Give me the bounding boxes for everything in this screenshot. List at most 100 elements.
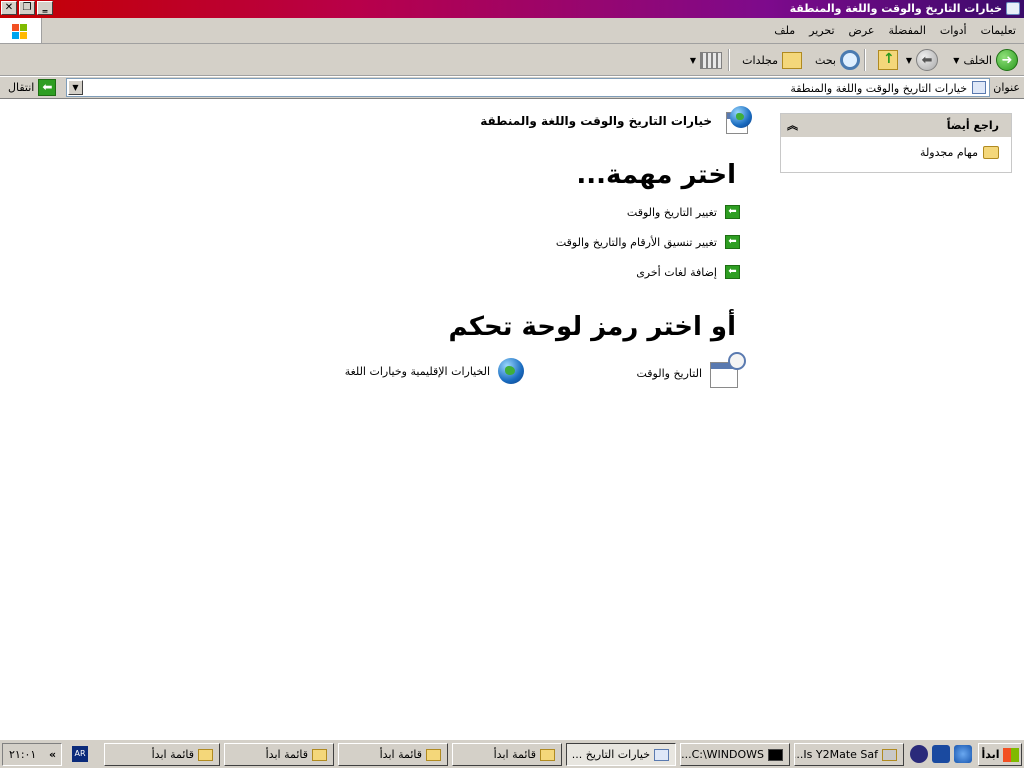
back-arrow-icon: ➜ bbox=[996, 49, 1018, 71]
menu-help[interactable]: تعليمات bbox=[981, 24, 1016, 37]
clock[interactable]: ٢١:٠١ bbox=[9, 748, 36, 761]
taskbar-button-label: Is Y2Mate Saf... bbox=[795, 748, 878, 761]
taskbar-button-label: C:\WINDOWS...) bbox=[681, 748, 764, 761]
folders-label: مجلدات bbox=[742, 53, 778, 67]
go-button[interactable]: ⬅ انتقال bbox=[8, 79, 57, 96]
tray-expand-icon[interactable]: « bbox=[49, 748, 56, 761]
menu-favorites[interactable]: المفضلة bbox=[888, 24, 925, 37]
search-icon bbox=[840, 50, 860, 70]
forward-dropdown-icon[interactable]: ▼ bbox=[906, 56, 912, 65]
regional-language-label: الخيارات الإقليمية وخيارات اللغة bbox=[344, 364, 490, 378]
folders-icon bbox=[782, 51, 802, 69]
address-bar: عنوان خيارات التاريخ والوقت واللغة والمن… bbox=[0, 77, 1024, 99]
windows-logo-icon bbox=[1002, 747, 1019, 762]
close-button[interactable]: ✕ bbox=[1, 1, 17, 15]
media-player-icon[interactable] bbox=[910, 745, 928, 763]
taskbar-button[interactable]: قائمة ابدأ bbox=[338, 743, 448, 766]
scheduled-tasks-label: مهام مجدولة bbox=[920, 146, 978, 159]
date-time-label: التاريخ والوقت bbox=[636, 366, 702, 380]
globe-icon bbox=[498, 358, 524, 384]
taskbar-button-label: قائمة ابدأ bbox=[379, 748, 422, 761]
search-label: بحث bbox=[815, 53, 836, 67]
address-value: خيارات التاريخ والوقت واللغة والمنطقة bbox=[790, 82, 967, 95]
address-input[interactable]: خيارات التاريخ والوقت واللغة والمنطقة ▼ bbox=[66, 78, 990, 97]
up-folder-button[interactable]: ↑ bbox=[878, 48, 898, 72]
start-label: ابدأ bbox=[981, 748, 1000, 761]
taskbar-button-label: قائمة ابدأ bbox=[493, 748, 536, 761]
address-dropdown-button[interactable]: ▼ bbox=[68, 80, 83, 95]
cmd-icon bbox=[768, 748, 783, 761]
category-title: خيارات التاريخ والوقت واللغة والمنطقة bbox=[480, 114, 712, 128]
task-arrow-icon: ⬅ bbox=[725, 265, 740, 279]
views-dropdown-icon[interactable]: ▼ bbox=[690, 56, 696, 65]
task-link[interactable]: ⬅ تغيير التاريخ والوقت bbox=[627, 205, 740, 219]
task-link[interactable]: ⬅ إضافة لغات أخرى bbox=[636, 265, 740, 279]
collapse-chevron-icon[interactable]: ︽ bbox=[787, 117, 798, 133]
restore-button[interactable]: ❐ bbox=[19, 1, 35, 15]
language-indicator[interactable]: AR bbox=[72, 746, 88, 762]
back-dropdown-icon[interactable]: ▼ bbox=[953, 56, 959, 65]
taskbar-button[interactable]: قائمة ابدأ bbox=[104, 743, 220, 766]
scheduled-tasks-link[interactable]: مهام مجدولة bbox=[920, 146, 999, 159]
show-desktop-icon[interactable] bbox=[932, 745, 950, 763]
control-panel-icon bbox=[972, 81, 986, 94]
forward-arrow-icon: ⬅ bbox=[916, 49, 938, 71]
taskbar-button-active[interactable]: خيارات التاريخ ... bbox=[566, 743, 676, 766]
task-label: تغيير التاريخ والوقت bbox=[626, 205, 717, 219]
menu-tools[interactable]: أدوات bbox=[940, 24, 967, 37]
folder-icon bbox=[198, 748, 213, 761]
task-arrow-icon: ⬅ bbox=[725, 235, 740, 249]
see-also-header[interactable]: راجع أيضاً ︽ bbox=[781, 114, 1011, 137]
date-time-applet[interactable]: التاريخ والوقت bbox=[636, 352, 746, 388]
taskbar: ابدأ Is Y2Mate Saf... C:\WINDOWS...) خيا… bbox=[0, 739, 1024, 768]
go-arrow-icon: ⬅ bbox=[38, 79, 57, 96]
folder-icon bbox=[312, 748, 327, 761]
pick-icon-heading: أو اختر رمز لوحة تحكم bbox=[448, 312, 736, 342]
minimize-button[interactable]: ‗ bbox=[37, 1, 53, 15]
control-panel-icon bbox=[654, 748, 669, 761]
title-bar: خيارات التاريخ والوقت واللغة والمنطقة ✕ … bbox=[0, 0, 1024, 18]
views-icon bbox=[700, 51, 722, 69]
taskbar-button-label: خيارات التاريخ ... bbox=[571, 748, 650, 761]
taskbar-button[interactable]: قائمة ابدأ bbox=[452, 743, 562, 766]
taskbar-button[interactable]: Is Y2Mate Saf... bbox=[794, 743, 904, 766]
search-button[interactable]: بحث bbox=[815, 48, 860, 72]
taskbar-button-label: قائمة ابدأ bbox=[265, 748, 308, 761]
window-title: خيارات التاريخ والوقت واللغة والمنطقة bbox=[789, 2, 1002, 15]
regional-language-applet[interactable]: الخيارات الإقليمية وخيارات اللغة bbox=[345, 358, 524, 384]
task-label: إضافة لغات أخرى bbox=[636, 265, 717, 279]
task-arrow-icon: ⬅ bbox=[725, 205, 740, 219]
task-label: تغيير تنسيق الأرقام والتاريخ والوقت bbox=[555, 235, 717, 249]
menu-file[interactable]: ملف bbox=[774, 24, 795, 37]
category-icon bbox=[720, 106, 752, 136]
start-button[interactable]: ابدأ bbox=[978, 743, 1022, 766]
address-label: عنوان bbox=[993, 81, 1020, 94]
menu-view[interactable]: عرض bbox=[849, 24, 875, 37]
task-link[interactable]: ⬅ تغيير تنسيق الأرقام والتاريخ والوقت bbox=[556, 235, 740, 249]
windows-logo-icon bbox=[0, 18, 42, 43]
menu-bar: ملف تحرير عرض المفضلة أدوات تعليمات bbox=[0, 18, 1024, 44]
system-tray: « ٢١:٠١ bbox=[2, 743, 62, 766]
taskbar-button[interactable]: قائمة ابدأ bbox=[224, 743, 334, 766]
views-button[interactable]: ▼ bbox=[690, 48, 722, 72]
go-label: انتقال bbox=[8, 81, 35, 94]
control-panel-icon bbox=[1006, 2, 1020, 15]
category-header: خيارات التاريخ والوقت واللغة والمنطقة bbox=[480, 106, 752, 136]
date-time-icon bbox=[710, 352, 746, 388]
taskbar-button[interactable]: C:\WINDOWS...) bbox=[680, 743, 790, 766]
back-label: الخلف bbox=[963, 53, 992, 67]
toolbar: ➜ الخلف ▼ ⬅ ▼ ↑ بحث مجلدات ▼ bbox=[0, 44, 1024, 76]
ie-icon[interactable] bbox=[954, 745, 972, 763]
see-also-panel: راجع أيضاً ︽ مهام مجدولة bbox=[780, 113, 1012, 173]
folder-icon bbox=[426, 748, 441, 761]
up-folder-icon: ↑ bbox=[878, 50, 898, 70]
forward-button[interactable]: ⬅ ▼ bbox=[906, 48, 938, 72]
pick-task-heading: اختر مهمة... bbox=[576, 160, 736, 190]
menu-edit[interactable]: تحرير bbox=[809, 24, 834, 37]
see-also-title: راجع أيضاً bbox=[946, 119, 999, 132]
scheduled-tasks-icon bbox=[983, 146, 999, 159]
folder-icon bbox=[540, 748, 555, 761]
back-button[interactable]: ➜ الخلف ▼ bbox=[953, 48, 1018, 72]
app-icon bbox=[882, 748, 897, 761]
folders-button[interactable]: مجلدات bbox=[742, 48, 802, 72]
